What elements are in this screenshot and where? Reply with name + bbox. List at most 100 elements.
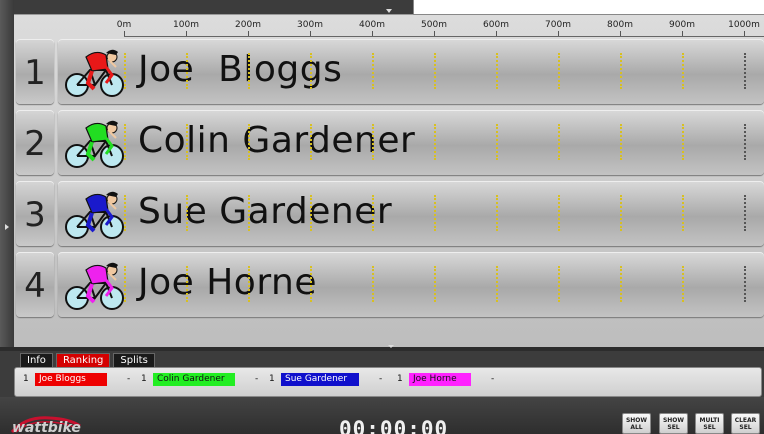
ruler-tick-mark [682,31,683,36]
distance-marker [744,53,746,89]
ruler-tick-label: 0m [116,20,132,30]
distance-marker [248,53,250,89]
ruler-tick-label: 100m [173,20,199,30]
logo-text: wattbike [12,420,81,434]
rider-lane[interactable]: 3 Sue Gardener [16,181,764,246]
distance-ruler: 0m 100m 200m 300m 400m 500m 600m 700m 800m 900m 10… [14,15,764,37]
left-panel-strip[interactable] [0,0,14,347]
rider-lane[interactable]: 1 Joe Bloggs [16,39,764,104]
distance-marker [496,53,498,89]
distance-marker [496,266,498,302]
ruler-tick-label: 200m [235,20,261,30]
ruler-tick-label: 900m [669,20,695,30]
distance-marker [372,53,374,89]
ruler-tick-mark [124,31,125,36]
show-selected-button[interactable]: SHOW SEL [659,413,688,434]
distance-marker [620,195,622,231]
ruler-tick-mark [248,31,249,36]
rank-number: 2 [24,124,46,164]
ruler-tick-label: 1000m [728,20,760,30]
distance-marker [620,266,622,302]
rider-lane[interactable]: 2 Colin Gardener [16,110,764,175]
ruler-tick-label: 300m [297,20,323,30]
ruler-tick-mark [744,31,745,36]
ranking-gap: - [127,374,131,384]
multi-select-button[interactable]: MULTI SEL [695,413,724,434]
distance-marker [310,266,312,302]
distance-marker [186,266,188,302]
distance-marker [558,266,560,302]
rider-bar[interactable]: Colin Gardener [58,110,764,175]
rider-bar[interactable]: Joe Horne [58,252,764,317]
ruler-tick-mark [558,31,559,36]
ranking-gap: - [255,374,259,384]
race-timer: 00:00:00 [339,417,449,434]
rider-name: Sue Gardener [138,191,393,232]
panel-splitter[interactable] [0,347,764,351]
ranking-name: Joe Bloggs [35,373,107,386]
distance-marker [744,124,746,160]
button-label: ALL [630,424,643,431]
distance-marker [434,124,436,160]
cyclist-icon [62,116,130,170]
distance-marker [372,266,374,302]
top-info-panel[interactable] [413,0,764,15]
rider-bar[interactable]: Joe Bloggs [58,39,764,104]
collapse-top-icon[interactable] [386,9,392,13]
rank-box: 2 [16,110,54,175]
distance-marker [682,53,684,89]
ruler-tick-mark [434,31,435,36]
button-label: CLEAR [734,417,757,424]
distance-marker [310,53,312,89]
tab-splits[interactable]: Splits [113,353,155,367]
rank-number: 4 [24,266,46,306]
rider-lane[interactable]: 4 Joe Horne [16,252,764,317]
distance-marker [248,124,250,160]
expand-left-icon[interactable] [5,224,9,230]
ranking-position: 1 [141,374,147,384]
bottom-tabs: Info Ranking Splits [20,353,155,367]
ranking-position: 1 [397,374,403,384]
distance-marker [186,195,188,231]
ruler-tick-mark [310,31,311,36]
race-app: 0m 100m 200m 300m 400m 500m 600m 700m 800m 900m 10… [0,0,764,434]
ruler-tick-label: 700m [545,20,571,30]
rank-box: 4 [16,252,54,317]
distance-marker [248,266,250,302]
ranking-position: 1 [269,374,275,384]
distance-marker [186,53,188,89]
tab-info[interactable]: Info [20,353,53,367]
cyclist-icon [62,258,130,312]
distance-marker [124,124,126,160]
race-track-area: 0m 100m 200m 300m 400m 500m 600m 700m 800m 900m 10… [14,14,764,347]
distance-marker [310,195,312,231]
clear-selection-button[interactable]: CLEAR SEL [731,413,760,434]
distance-marker [124,195,126,231]
distance-marker [434,266,436,302]
distance-marker [186,124,188,160]
ranking-position: 1 [23,374,29,384]
button-label: SEL [703,424,716,431]
ruler-tick-mark [496,31,497,36]
rider-name: Joe Horne [138,262,317,303]
button-label: MULTI [699,417,720,424]
tab-ranking[interactable]: Ranking [55,353,111,367]
ruler-baseline [124,36,764,37]
splitter-handle-icon[interactable] [388,345,394,348]
distance-marker [124,53,126,89]
ranking-gap: - [491,374,495,384]
distance-marker [682,124,684,160]
distance-marker [434,53,436,89]
show-all-button[interactable]: SHOW ALL [622,413,651,434]
rider-bar[interactable]: Sue Gardener [58,181,764,246]
distance-marker [310,124,312,160]
distance-marker [372,195,374,231]
ruler-tick-label: 400m [359,20,385,30]
ranking-gap: - [379,374,383,384]
button-label: SEL [667,424,680,431]
distance-marker [248,195,250,231]
rank-box: 1 [16,39,54,104]
distance-marker [620,53,622,89]
ranking-name: Joe Horne [409,373,471,386]
button-label: SHOW [625,417,648,424]
